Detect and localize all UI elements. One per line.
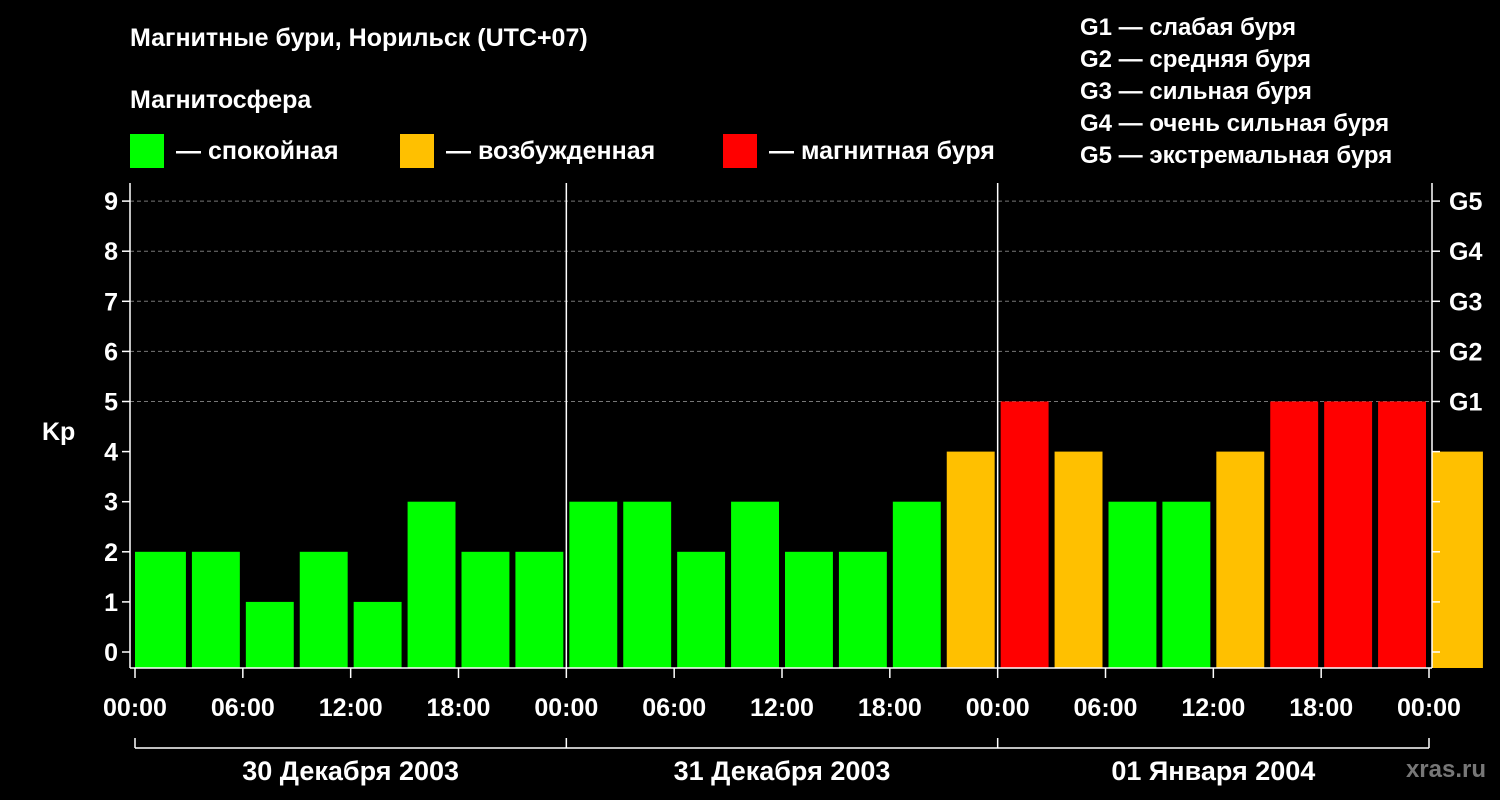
kp-bar: [785, 551, 833, 668]
kp-bar: [892, 501, 941, 668]
x-tick-label: 00:00: [966, 694, 1030, 722]
kp-bar: [623, 501, 672, 668]
day-label: 31 Декабря 2003: [674, 756, 891, 786]
y-tick-label: 6: [104, 338, 118, 366]
x-tick-label: 18:00: [427, 694, 491, 722]
x-tick-label: 06:00: [642, 694, 706, 722]
kp-bar: [461, 551, 510, 668]
y-tick-label: 5: [104, 389, 118, 417]
y-tick-label: 4: [104, 439, 118, 467]
y-tick-label: 3: [104, 489, 118, 517]
y-tick-label: 9: [104, 188, 118, 216]
kp-bar: [245, 601, 294, 668]
x-tick-label: 12:00: [750, 694, 814, 722]
kp-bar: [1270, 401, 1319, 668]
day-label: 01 Января 2004: [1111, 756, 1315, 786]
x-tick-label: 18:00: [858, 694, 922, 722]
kp-bar: [191, 551, 240, 668]
kp-bar: [299, 551, 348, 668]
kp-bar: [1054, 451, 1103, 668]
y-tick-label: 2: [104, 539, 118, 567]
x-tick-label: 00:00: [103, 694, 167, 722]
day-label: 30 Декабря 2003: [242, 756, 459, 786]
kp-bar: [1378, 401, 1426, 668]
g-scale-label: G5: [1449, 188, 1482, 216]
y-tick-label: 0: [104, 639, 118, 667]
kp-bar: [946, 451, 995, 668]
kp-bar: [1324, 401, 1373, 668]
x-tick-label: 00:00: [1397, 694, 1461, 722]
kp-bar: [135, 551, 186, 668]
x-tick-label: 12:00: [1181, 694, 1245, 722]
g-scale-label: G3: [1449, 288, 1482, 316]
x-tick-label: 06:00: [1074, 694, 1138, 722]
y-tick-label: 7: [104, 288, 118, 316]
y-tick-label: 1: [104, 589, 118, 617]
g-scale-label: G2: [1449, 338, 1482, 366]
kp-bar: [677, 551, 726, 668]
kp-bar: [731, 501, 779, 668]
x-tick-label: 18:00: [1289, 694, 1353, 722]
kp-bar: [1216, 451, 1265, 668]
kp-bar: [515, 551, 564, 668]
kp-bar: [1108, 501, 1157, 668]
x-tick-label: 00:00: [534, 694, 598, 722]
kp-bar: [1432, 451, 1483, 668]
y-axis-label: Kp: [42, 418, 75, 446]
y-tick-label: 8: [104, 238, 118, 266]
x-tick-label: 12:00: [319, 694, 383, 722]
kp-bar: [569, 501, 618, 668]
kp-bar-chart: 0 1 2 3 4 5 6 7 8 9 G1 G2 G3 G4 G5 Kp 00:00 06:00 12:00 18:…: [42, 183, 1483, 786]
kp-bar: [1000, 401, 1049, 668]
kp-bar: [838, 551, 887, 668]
kp-bar: [353, 601, 402, 668]
watermark: xras.ru: [1405, 756, 1486, 783]
g-scale-label: G4: [1449, 238, 1482, 266]
kp-bar: [1162, 501, 1211, 668]
x-tick-label: 06:00: [211, 694, 275, 722]
kp-bar: [407, 501, 456, 668]
g-scale-label: G1: [1449, 389, 1482, 417]
